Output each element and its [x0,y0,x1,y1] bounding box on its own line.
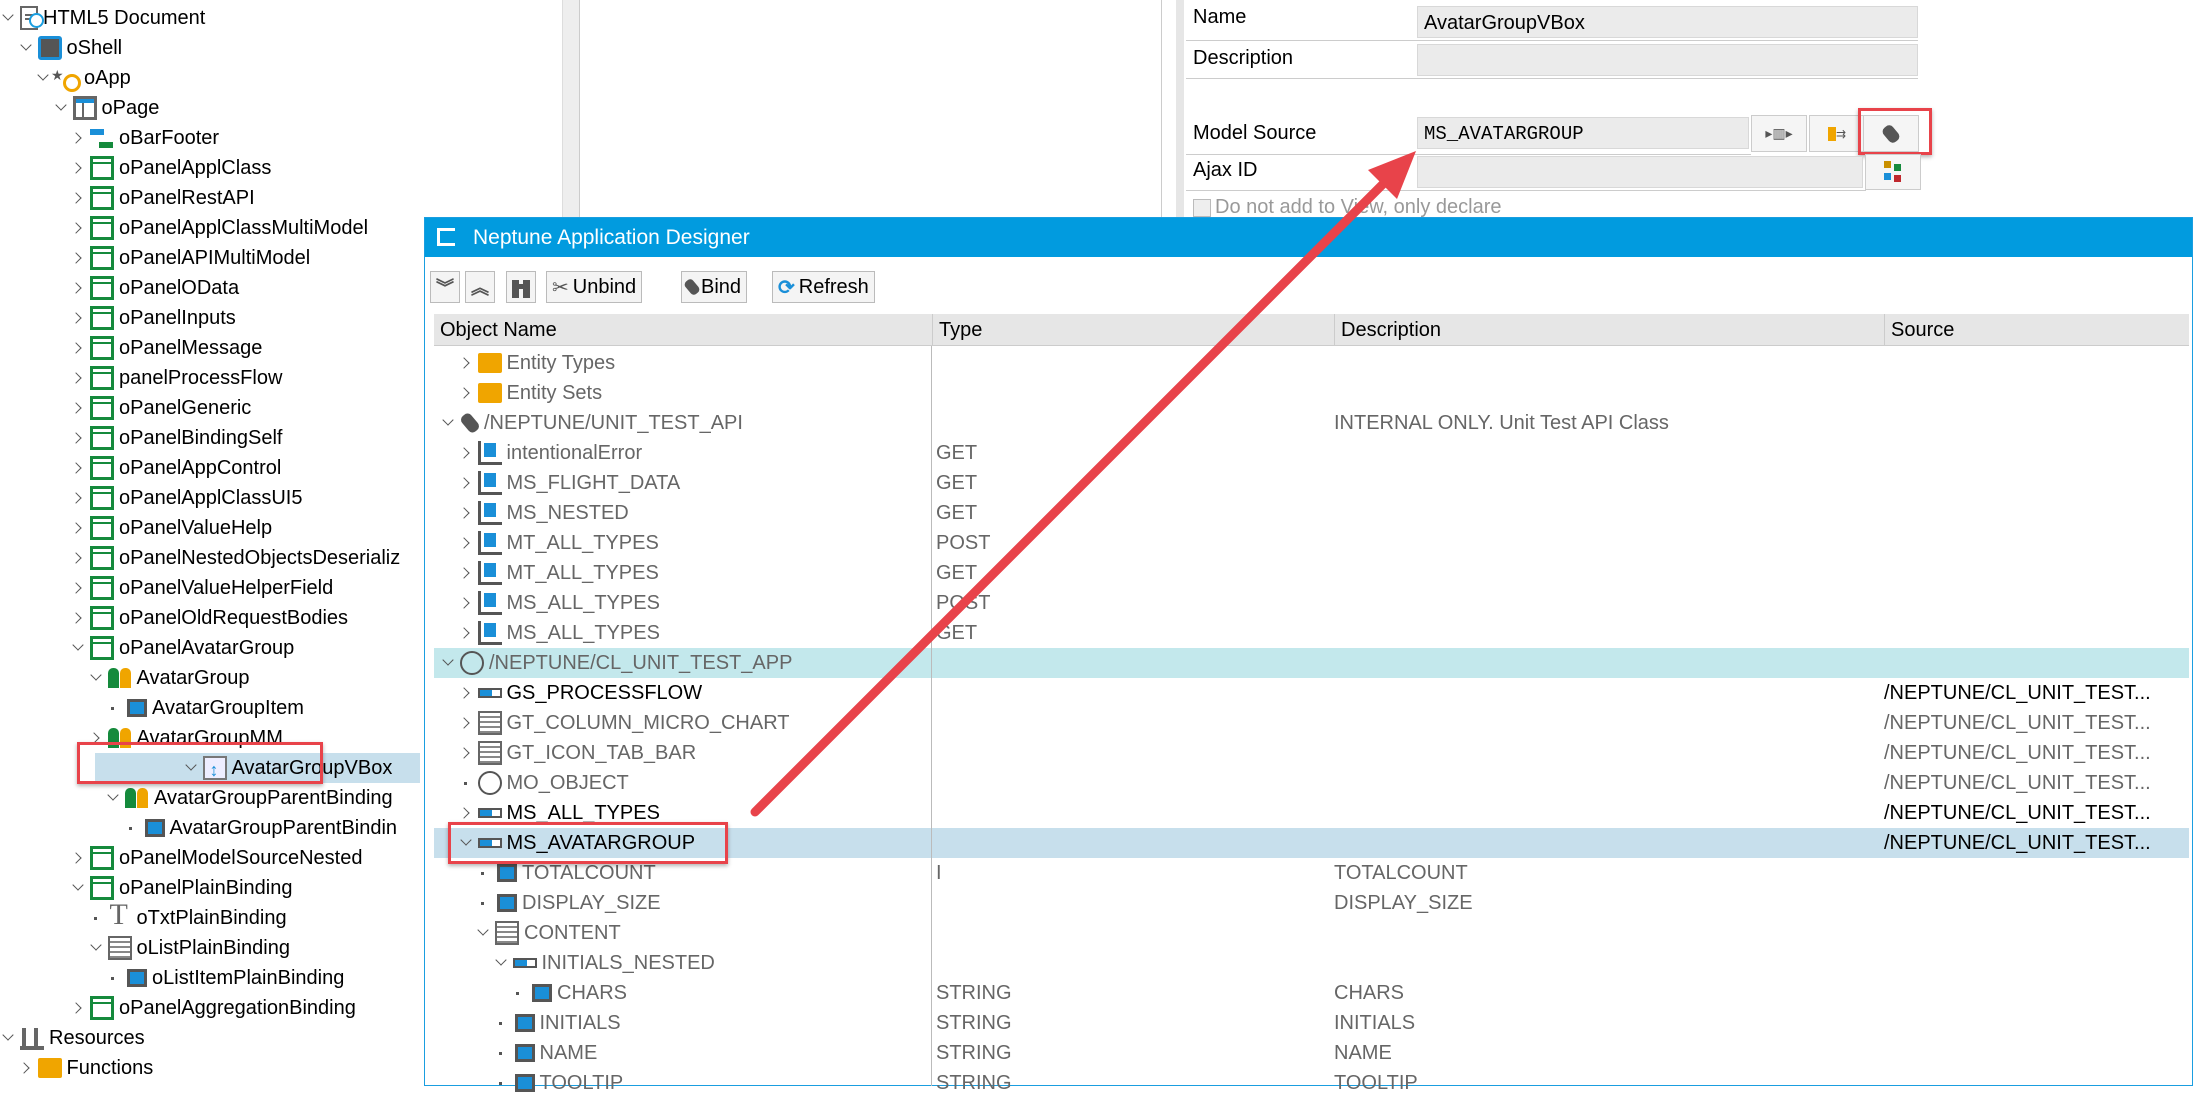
arrow-shaft [750,167,1400,817]
annotation-arrow [750,151,1416,817]
